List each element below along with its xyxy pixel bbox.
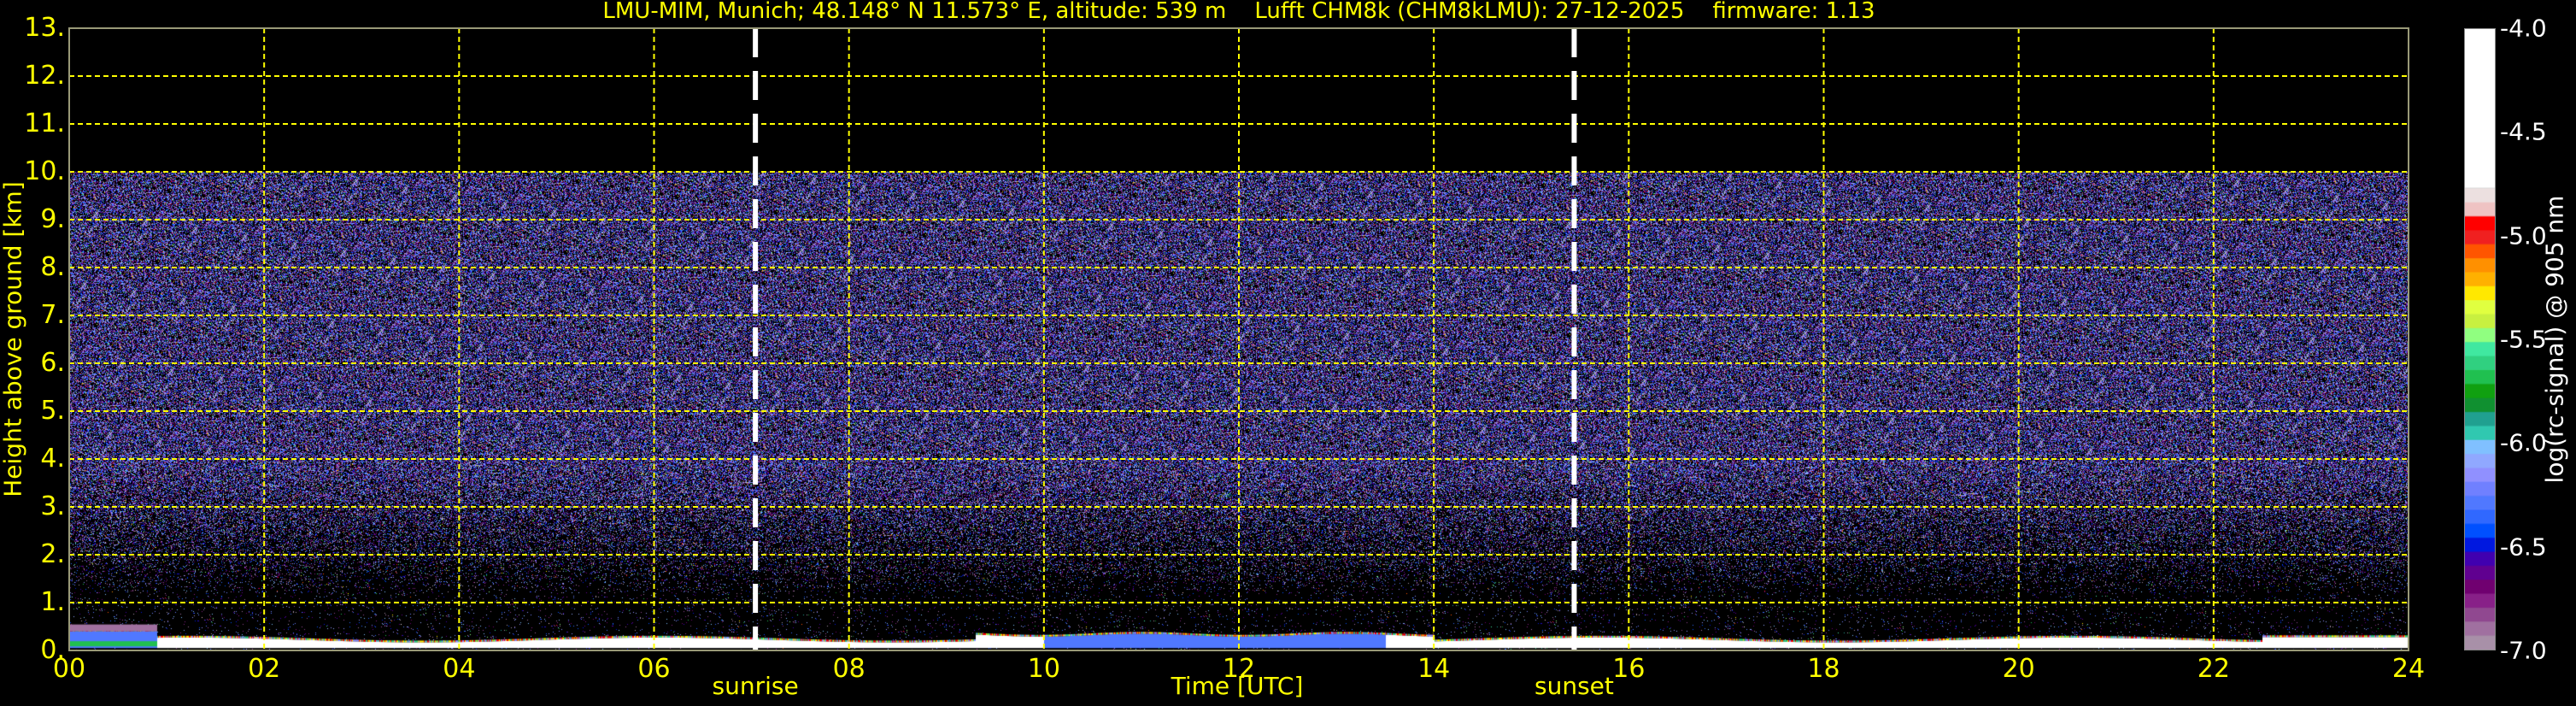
- x-tick-label: 22: [2197, 654, 2230, 684]
- y-tick-label: 13.: [24, 13, 65, 43]
- colorbar-tick-label: -4.5: [2500, 117, 2547, 146]
- x-tick-label: 18: [1807, 654, 1840, 684]
- x-axis-label: Time [UTC]: [1171, 672, 1304, 700]
- x-tick-label: 20: [2002, 654, 2035, 684]
- sunset-label: sunset: [1534, 672, 1614, 700]
- x-tick-label: 14: [1417, 654, 1451, 684]
- x-tick-label: 10: [1027, 654, 1060, 684]
- grid-overlay: [68, 27, 2409, 651]
- y-tick-label: 2.: [40, 539, 65, 569]
- y-tick-label: 11.: [24, 109, 65, 138]
- x-tick-label: 04: [443, 654, 476, 684]
- colorbar-tick-label: -7.0: [2500, 636, 2547, 665]
- colorbar-label: log(rc-signal) @ 905 nm: [2540, 195, 2569, 484]
- colorbar: [2464, 28, 2496, 650]
- x-tick-label: 16: [1612, 654, 1646, 684]
- y-axis-label: Height above ground [km]: [0, 181, 27, 497]
- x-tick-label: 00: [52, 654, 86, 684]
- y-tick-label: 3.: [40, 491, 65, 521]
- colorbar-tick-label: -6.5: [2500, 532, 2547, 562]
- x-tick-label: 02: [248, 654, 281, 684]
- y-tick-label: 1.: [40, 587, 65, 617]
- colorbar-tick-label: -5.0: [2500, 221, 2547, 250]
- colorbar-tick-label: -4.0: [2500, 14, 2547, 43]
- x-tick-label: 24: [2391, 654, 2426, 684]
- x-tick-label: 06: [637, 654, 671, 684]
- y-tick-label: 12.: [24, 61, 65, 91]
- colorbar-tick-label: -6.0: [2500, 428, 2547, 457]
- plot-area: [68, 27, 2409, 651]
- x-tick-label: 08: [832, 654, 866, 684]
- chart-title: LMU-MIM, Munich; 48.148° N 11.573° E, al…: [602, 0, 1875, 24]
- colorbar-tick-label: -5.5: [2500, 325, 2547, 354]
- sunrise-label: sunrise: [712, 672, 799, 700]
